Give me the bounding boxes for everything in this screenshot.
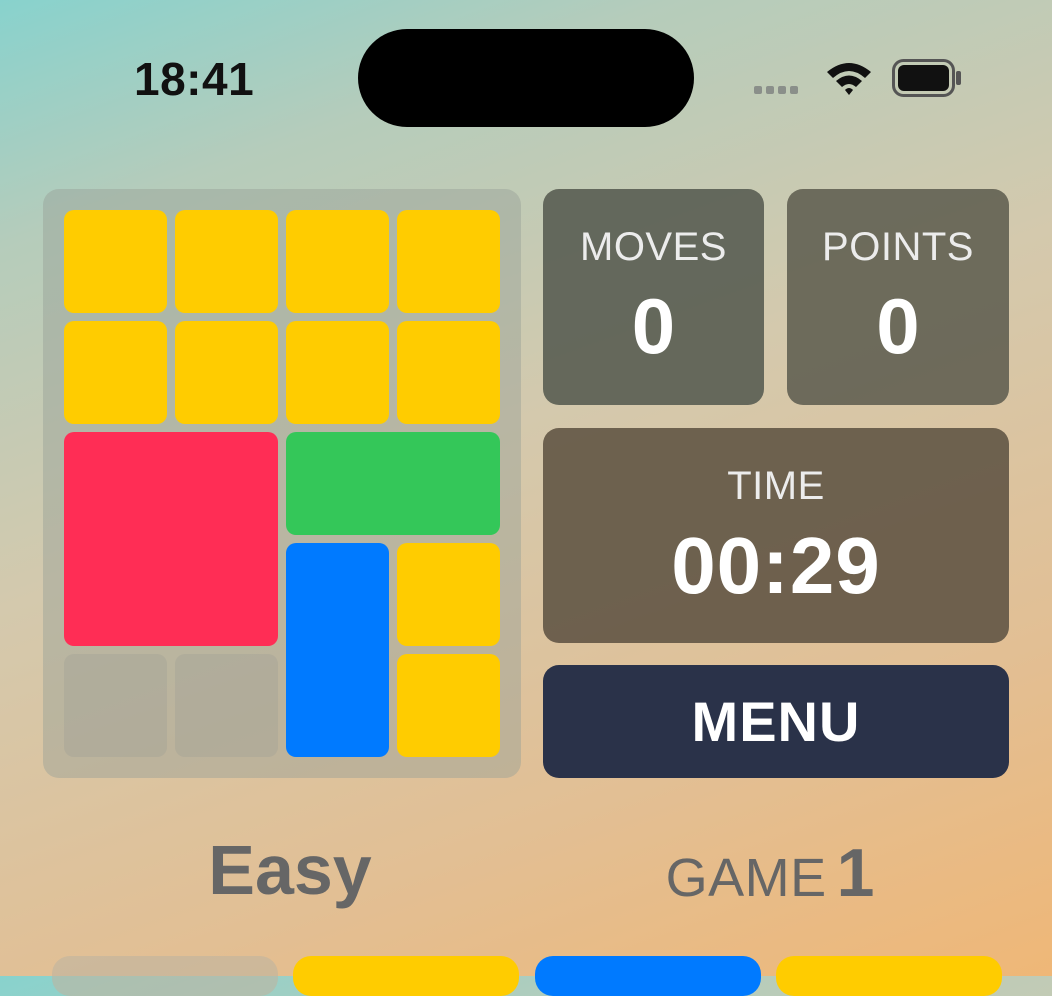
battery-icon — [892, 59, 961, 97]
yellow-block[interactable] — [397, 210, 500, 313]
cellular-signal-icon — [754, 86, 798, 94]
empty-cell — [64, 654, 167, 757]
time-panel: TIME 00:29 — [543, 428, 1009, 643]
preview-yellow-tile[interactable] — [776, 956, 1002, 996]
yellow-block[interactable] — [175, 321, 278, 424]
game-indicator: GAME 1 — [540, 834, 1000, 912]
moves-value: 0 — [631, 282, 676, 370]
menu-button[interactable]: MENU — [543, 665, 1009, 778]
yellow-block[interactable] — [397, 321, 500, 424]
yellow-block[interactable] — [286, 210, 389, 313]
red-target-block[interactable] — [64, 432, 278, 646]
moves-panel: MOVES 0 — [543, 189, 764, 405]
difficulty-label: Easy — [208, 831, 372, 909]
yellow-block[interactable] — [175, 210, 278, 313]
points-label: POINTS — [822, 225, 974, 269]
preview-yellow-tile[interactable] — [293, 956, 519, 996]
status-time: 18:41 — [134, 53, 255, 105]
points-value: 0 — [876, 282, 920, 370]
preview-blue-tile[interactable] — [535, 956, 761, 996]
time-value: 00:29 — [671, 521, 881, 610]
empty-cell — [175, 654, 278, 757]
wifi-icon — [827, 63, 871, 95]
game-number: 1 — [836, 835, 875, 911]
blue-vertical-block[interactable] — [286, 543, 389, 757]
dynamic-island — [358, 29, 694, 127]
points-panel: POINTS 0 — [787, 189, 1009, 405]
green-horizontal-block[interactable] — [286, 432, 500, 535]
yellow-block[interactable] — [64, 321, 167, 424]
yellow-block[interactable] — [397, 654, 500, 757]
moves-label: MOVES — [580, 225, 727, 269]
yellow-block[interactable] — [64, 210, 167, 313]
preview-empty-tile[interactable] — [52, 956, 278, 996]
time-label: TIME — [727, 464, 825, 508]
yellow-block[interactable] — [397, 543, 500, 646]
puzzle-board — [43, 189, 521, 778]
game-label: GAME — [665, 848, 827, 908]
yellow-block[interactable] — [286, 321, 389, 424]
